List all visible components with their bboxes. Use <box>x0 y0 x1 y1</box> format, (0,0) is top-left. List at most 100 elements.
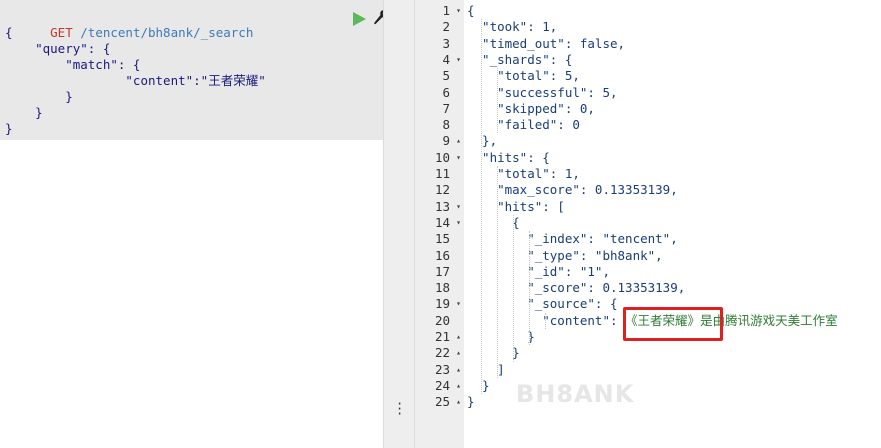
fold-close-icon[interactable]: ▴ <box>456 345 461 361</box>
response-line: "timed_out": false, <box>467 36 625 52</box>
line-number: 12 <box>415 182 464 198</box>
line-number: 19 ▾ <box>415 296 464 312</box>
response-line-text: "failed": 0 <box>467 117 580 133</box>
line-number-label: 7 <box>442 100 450 116</box>
line-number-label: 22 <box>434 345 450 361</box>
line-number: 17 <box>415 264 464 280</box>
request-body-line: } <box>5 105 43 120</box>
line-number-label: 2 <box>442 19 450 35</box>
line-number: 23 ▴ <box>415 362 464 378</box>
response-line-text: } <box>467 394 475 410</box>
line-number: 5 <box>415 68 464 84</box>
request-body-line: "match": { <box>5 57 141 72</box>
request-body-line: } <box>5 121 13 136</box>
line-number-label: 19 <box>434 296 450 312</box>
response-line-text: "total": 1, <box>467 166 580 181</box>
response-line-text: "total": 5, <box>467 68 580 84</box>
request-body-line: "content":"王者荣耀" <box>5 73 266 88</box>
request-method: GET <box>50 25 73 40</box>
line-number-label: 13 <box>434 198 450 214</box>
response-line-text: "content": <box>467 312 626 328</box>
indent-guide <box>545 312 546 329</box>
response-line-text: "_source": { <box>467 296 618 312</box>
line-number: 1 ▾ <box>415 3 464 19</box>
line-number-label: 15 <box>434 231 450 247</box>
line-number-label: 16 <box>434 247 450 263</box>
fold-close-icon[interactable]: ▴ <box>456 394 461 410</box>
line-number: 7 <box>415 101 464 117</box>
response-line: }, <box>467 133 497 149</box>
line-number-label: 25 <box>434 394 450 410</box>
response-line-text: "skipped": 0, <box>467 100 595 116</box>
line-number: 6 <box>415 85 464 101</box>
request-body-line: "query": { <box>5 41 111 56</box>
line-number-label: 8 <box>442 117 450 133</box>
vertical-dots-icon[interactable]: · · · <box>396 398 403 420</box>
response-line-text: { <box>467 214 520 230</box>
pane-divider[interactable]: · · · <box>383 0 415 448</box>
line-number: 18 <box>415 280 464 296</box>
line-number-label: 14 <box>434 214 450 230</box>
line-number-label: 24 <box>434 377 450 393</box>
response-line: } <box>467 378 490 394</box>
line-number-label: 18 <box>434 280 450 296</box>
line-number-label: 17 <box>434 263 450 279</box>
response-line: { <box>467 215 520 231</box>
response-pane[interactable]: 1 ▾ 2 3 4 ▾ 5 6 7 8 9 ▴ 10 ▾ 11 12 13 ▾ 14 ▾ 15 16 17 18 19 ▾ 20 21… <box>415 0 881 448</box>
fold-close-icon[interactable]: ▴ <box>456 362 461 378</box>
line-number-label: 20 <box>434 312 450 328</box>
request-path: /tencent/bh8ank/_search <box>80 25 254 40</box>
response-line: "max_score": 0.13353139, <box>467 182 678 198</box>
line-number: 14 ▾ <box>415 215 464 231</box>
line-number-gutter: 1 ▾ 2 3 4 ▾ 5 6 7 8 9 ▴ 10 ▾ 11 12 13 ▾ 14 ▾ 15 16 17 18 19 ▾ 20 21… <box>415 0 464 448</box>
response-line: "failed": 0 <box>467 117 580 133</box>
line-number: 3 <box>415 36 464 52</box>
line-number-label: 3 <box>442 35 450 51</box>
response-line: } <box>467 329 535 345</box>
response-line-text: { <box>467 3 475 18</box>
line-number-label: 12 <box>434 182 450 198</box>
response-line: "_score": 0.13353139, <box>467 280 685 296</box>
line-number: 21 ▴ <box>415 329 464 345</box>
highlight-annotation-box <box>623 307 723 341</box>
response-line: "_id": "1", <box>467 264 610 280</box>
response-line: "total": 5, <box>467 68 580 84</box>
line-number-label: 10 <box>434 149 450 165</box>
line-number: 22 ▴ <box>415 345 464 361</box>
fold-close-icon[interactable]: ▴ <box>456 133 461 149</box>
fold-close-icon[interactable]: ▴ <box>456 378 461 394</box>
request-line[interactable]: GET /tencent/bh8ank/_search <box>5 9 253 40</box>
indent-guide <box>481 19 482 395</box>
response-line: "successful": 5, <box>467 85 617 101</box>
line-number: 13 ▾ <box>415 199 464 215</box>
response-line: "_source": { <box>467 296 618 312</box>
fold-open-icon[interactable]: ▾ <box>456 150 461 166</box>
fold-open-icon[interactable]: ▾ <box>456 199 461 215</box>
response-line-text: "timed_out": false, <box>467 35 626 51</box>
line-number: 16 <box>415 248 464 264</box>
fold-open-icon[interactable]: ▾ <box>456 215 461 231</box>
request-body-line: { <box>5 25 13 40</box>
line-number: 20 <box>415 313 464 329</box>
response-line-text: } <box>467 345 520 361</box>
play-icon[interactable] <box>352 12 366 26</box>
fold-open-icon[interactable]: ▾ <box>456 296 461 312</box>
fold-open-icon[interactable]: ▾ <box>456 52 461 68</box>
request-editor-pane[interactable]: GET /tencent/bh8ank/_search { "query": {… <box>0 0 388 448</box>
indent-guide <box>529 231 530 346</box>
line-number: 10 ▾ <box>415 150 464 166</box>
fold-close-icon[interactable]: ▴ <box>456 329 461 345</box>
request-block[interactable]: GET /tencent/bh8ank/_search { "query": {… <box>0 0 388 140</box>
fold-open-icon[interactable]: ▾ <box>456 3 461 19</box>
response-line: { <box>467 3 475 19</box>
line-number: 24 ▴ <box>415 378 464 394</box>
response-line-text: "max_score": 0.13353139, <box>467 182 678 198</box>
response-line-text: } <box>467 377 490 393</box>
response-line: "hits": { <box>467 150 550 166</box>
line-number-label: 11 <box>434 166 450 181</box>
indent-guide <box>497 68 498 134</box>
response-line: "_index": "tencent", <box>467 231 678 247</box>
indent-guide <box>497 166 498 378</box>
response-line-text: } <box>467 329 535 344</box>
response-line: "skipped": 0, <box>467 101 595 117</box>
